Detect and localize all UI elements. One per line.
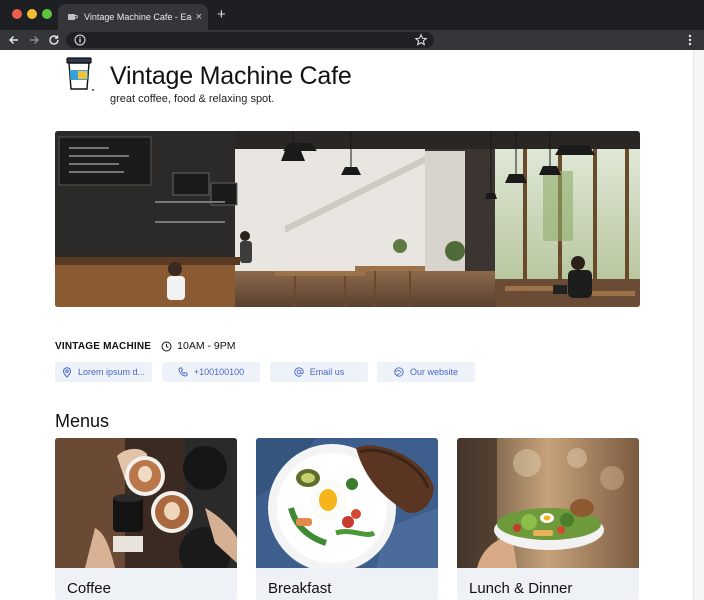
close-window-button[interactable] <box>12 9 22 19</box>
reload-icon[interactable] <box>46 32 62 48</box>
menu-card-label: Lunch & Dinner <box>469 580 573 597</box>
coffee-cup-favicon-icon <box>68 14 78 20</box>
website-chip[interactable]: Our website <box>377 362 475 382</box>
location-pin-icon <box>62 366 71 378</box>
phone-chip-label: +100100100 <box>193 367 245 377</box>
menu-card-label: Coffee <box>67 580 111 597</box>
address-chip-label: Lorem ipsum d... <box>77 367 146 377</box>
forward-arrow-icon[interactable] <box>26 32 42 48</box>
breakfast-plate-image <box>256 438 438 568</box>
page-viewport: Vintage Machine Cafe great coffee, food … <box>0 50 704 600</box>
menus-heading: Menus <box>55 411 110 431</box>
opening-hours: 10AM - 9PM <box>177 340 236 352</box>
cafe-interior-hero-image <box>55 131 640 307</box>
email-chip[interactable]: Email us <box>270 362 368 382</box>
browser-toolbar <box>0 30 704 50</box>
clock-icon <box>161 341 172 351</box>
address-chip[interactable]: Lorem ipsum d... <box>55 362 152 382</box>
menu-card-label: Breakfast <box>268 580 332 597</box>
page-tagline: great coffee, food & relaxing spot. <box>110 93 275 105</box>
brand-label: VINTAGE MACHINE <box>55 340 152 352</box>
phone-chip[interactable]: +100100100 <box>162 362 260 382</box>
maximize-window-button[interactable] <box>42 9 52 19</box>
browser-tab[interactable]: Vintage Machine Cafe - EasyQR × <box>58 4 208 30</box>
email-chip-label: Email us <box>309 367 345 377</box>
phone-icon <box>178 367 188 377</box>
browser-menu-icon[interactable] <box>686 33 694 47</box>
back-arrow-icon[interactable] <box>6 32 22 48</box>
new-tab-button[interactable]: + <box>217 6 226 23</box>
at-sign-icon <box>294 367 304 377</box>
browser-titlebar: Vintage Machine Cafe - EasyQR × + <box>0 0 704 30</box>
coffee-cup-logo-icon <box>66 57 94 91</box>
page-scrollbar[interactable] <box>693 50 704 600</box>
salad-bowl-image <box>457 438 639 568</box>
address-bar[interactable] <box>66 32 434 48</box>
minimize-window-button[interactable] <box>27 9 37 19</box>
site-info-icon[interactable] <box>74 34 86 46</box>
tab-close-icon[interactable]: × <box>196 11 202 23</box>
tab-title: Vintage Machine Cafe - EasyQR <box>84 12 192 22</box>
menu-card-breakfast[interactable]: Breakfast <box>256 438 438 600</box>
page-title: Vintage Machine Cafe <box>110 62 352 90</box>
website-chip-label: Our website <box>409 367 459 377</box>
menu-card-coffee[interactable]: Coffee <box>55 438 237 600</box>
coffee-cups-image <box>55 438 237 568</box>
globe-icon <box>394 367 404 377</box>
menu-card-lunch-dinner[interactable]: Lunch & Dinner <box>457 438 639 600</box>
business-info-row: VINTAGE MACHINE 10AM - 9PM <box>55 338 236 354</box>
bookmark-star-icon[interactable] <box>414 33 428 47</box>
